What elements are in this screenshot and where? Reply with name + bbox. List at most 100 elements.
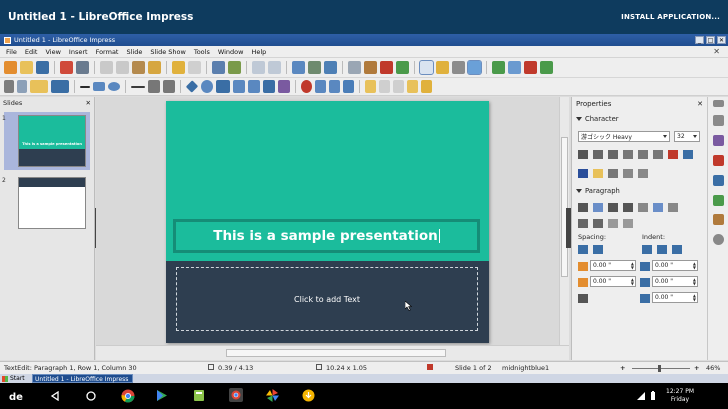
title-text-box[interactable]: This is a sample presentation: [173, 219, 480, 253]
clone-formatting-icon[interactable]: [148, 61, 161, 74]
image-icon[interactable]: [364, 61, 377, 74]
shadow-text-icon[interactable]: [638, 150, 648, 159]
menu-tools[interactable]: Tools: [190, 48, 214, 56]
new-slide-icon[interactable]: [492, 61, 505, 74]
before-indent-spinbox[interactable]: 0.00 " ▲ ▼: [652, 260, 698, 271]
numbering-icon[interactable]: [593, 219, 603, 228]
bullets-icon[interactable]: [578, 219, 588, 228]
menu-slide-show[interactable]: Slide Show: [146, 48, 189, 56]
slide-thumbnail-image[interactable]: [18, 177, 86, 229]
bold-icon[interactable]: [578, 150, 588, 159]
increase-indent-icon[interactable]: [642, 245, 652, 254]
new-icon[interactable]: [4, 61, 17, 74]
master-slides-tab-icon[interactable]: [713, 135, 724, 146]
duplicate-slide-icon[interactable]: [508, 61, 521, 74]
basic-shapes-icon[interactable]: [185, 80, 199, 93]
menu-format[interactable]: Format: [92, 48, 123, 56]
3d-objects-icon[interactable]: [278, 80, 290, 93]
block-arrows-icon[interactable]: [216, 80, 230, 93]
fontwork-icon[interactable]: [436, 61, 449, 74]
undo-icon[interactable]: [172, 61, 185, 74]
copy-icon[interactable]: [116, 61, 129, 74]
home-icon[interactable]: [86, 391, 96, 401]
curve-icon[interactable]: [148, 80, 160, 93]
increase-font-icon[interactable]: [668, 150, 678, 159]
spin-arrows-icon[interactable]: ▲ ▼: [693, 262, 696, 270]
symbol-icon[interactable]: [452, 61, 465, 74]
spin-arrows-icon[interactable]: ▲ ▼: [693, 294, 696, 302]
fill-color-icon[interactable]: [30, 80, 48, 93]
horizontal-scrollbar[interactable]: [96, 345, 569, 360]
align-icon[interactable]: [315, 80, 326, 93]
zoom-out-icon[interactable]: +: [694, 364, 699, 372]
first-line-indent-spinbox[interactable]: 0.00 " ▲ ▼: [652, 292, 698, 303]
vertical-scrollbar-thumb[interactable]: [561, 137, 568, 277]
align-right-icon[interactable]: [608, 203, 618, 212]
rectangle-icon[interactable]: [93, 82, 105, 91]
menu-edit[interactable]: Edit: [21, 48, 42, 56]
media-icon[interactable]: [396, 61, 409, 74]
line-color-icon[interactable]: [51, 80, 69, 93]
menu-view[interactable]: View: [41, 48, 64, 56]
cut-icon[interactable]: [100, 61, 113, 74]
spin-arrows-icon[interactable]: ▲ ▼: [693, 278, 696, 286]
slide-thumbnail-image[interactable]: This is a sample presentation: [18, 115, 86, 167]
menu-help[interactable]: Help: [247, 48, 270, 56]
slide-layout-icon[interactable]: [540, 61, 553, 74]
delete-slide-icon[interactable]: [524, 61, 537, 74]
toggle-extrusion-icon[interactable]: [467, 60, 482, 75]
install-application-button[interactable]: INSTALL APPLICATION...: [621, 13, 720, 21]
current-slide[interactable]: This is a sample presentation Click to a…: [166, 101, 489, 343]
line-icon[interactable]: [80, 85, 90, 88]
below-spacing-spinbox[interactable]: 0.00 " ▲ ▼: [590, 276, 636, 287]
maximize-button[interactable]: □: [706, 36, 715, 44]
styles-tab-icon[interactable]: [713, 195, 724, 206]
align-left-icon[interactable]: [578, 203, 588, 212]
download-app-icon[interactable]: [302, 389, 315, 402]
navigator-tab-icon[interactable]: [713, 234, 724, 245]
close-window-button[interactable]: ✕: [717, 36, 726, 44]
crop-icon[interactable]: [379, 80, 390, 93]
close-properties-button[interactable]: ✕: [697, 100, 703, 108]
font-name-dropdown[interactable]: 游ゴシック Heavy: [578, 131, 670, 142]
master-slide-icon[interactable]: [308, 61, 321, 74]
font-color-icon[interactable]: [578, 169, 588, 178]
promote-icon[interactable]: [623, 219, 633, 228]
export-pdf-icon[interactable]: [60, 61, 73, 74]
align-center-icon[interactable]: [593, 203, 603, 212]
callouts-icon[interactable]: [248, 80, 260, 93]
hanging-indent-icon[interactable]: [672, 245, 682, 254]
taskbar-window-item[interactable]: Untitled 1 - LibreOffice Impress: [32, 374, 133, 383]
rotate-icon[interactable]: [301, 80, 312, 93]
highlight-color-icon[interactable]: [593, 169, 603, 178]
arrow-line-icon[interactable]: [131, 85, 145, 88]
stars-icon[interactable]: [263, 80, 275, 93]
display-views-icon[interactable]: [292, 61, 305, 74]
start-slideshow-icon[interactable]: [324, 61, 337, 74]
points-icon[interactable]: [407, 80, 418, 93]
font-size-dropdown[interactable]: 32: [674, 131, 700, 142]
glue-points-icon[interactable]: [421, 80, 432, 93]
menu-insert[interactable]: Insert: [65, 48, 92, 56]
demote-icon[interactable]: [608, 219, 618, 228]
subscript-icon[interactable]: [638, 169, 648, 178]
slide-edit-canvas[interactable]: This is a sample presentation Click to a…: [96, 97, 559, 345]
strikethrough-icon[interactable]: [623, 150, 633, 159]
helplines-icon[interactable]: [268, 61, 281, 74]
underline-icon[interactable]: [608, 150, 618, 159]
character-spacing-icon[interactable]: [608, 169, 618, 178]
distribute-icon[interactable]: [343, 80, 354, 93]
horizontal-scrollbar-thumb[interactable]: [226, 349, 446, 357]
sidebar-menu-icon[interactable]: [713, 100, 724, 107]
open-folder-icon[interactable]: [20, 61, 33, 74]
slide-title-text[interactable]: This is a sample presentation: [213, 228, 438, 244]
zoom-slider-thumb[interactable]: [658, 365, 661, 372]
table-icon[interactable]: [348, 61, 361, 74]
italic-icon[interactable]: [593, 150, 603, 159]
chrome-active-app-icon[interactable]: [229, 388, 243, 402]
connector-icon[interactable]: [163, 80, 175, 93]
increase-spacing-icon[interactable]: [578, 245, 588, 254]
decrease-font-icon[interactable]: [683, 150, 693, 159]
de-logo-icon[interactable]: de: [9, 391, 25, 401]
decrease-spacing-icon[interactable]: [593, 245, 603, 254]
